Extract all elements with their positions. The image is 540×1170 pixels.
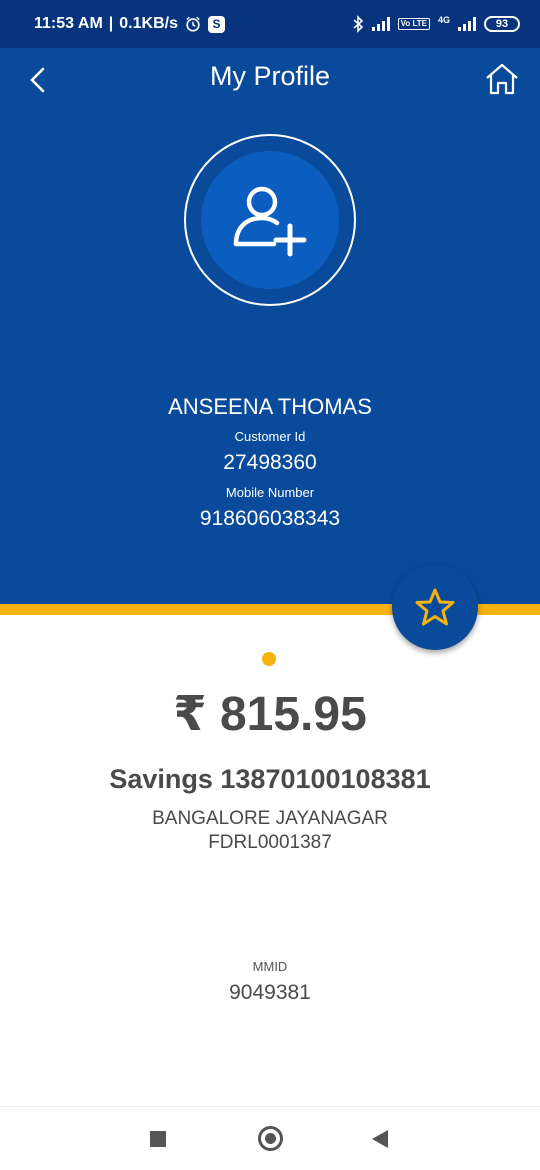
status-data-speed: 0.1KB/s [119, 15, 178, 32]
add-user-icon [233, 186, 307, 257]
alarm-icon [186, 16, 200, 32]
branch-name: BANGALORE JAYANAGAR [152, 808, 388, 829]
page-indicator-dot [262, 652, 276, 666]
back-nav-button[interactable] [372, 1130, 388, 1148]
account-balance: ₹ 815.95 [173, 688, 367, 741]
status-right: Vo LTE 4G 93 [352, 15, 520, 33]
mmid-label: MMID [252, 959, 288, 974]
customer-id-label: Customer Id [234, 429, 306, 444]
ifsc-code: FDRL0001387 [208, 832, 332, 853]
volte-icon: Vo LTE [397, 18, 430, 30]
mmid-value: 9049381 [229, 981, 311, 1004]
recents-button[interactable] [150, 1131, 166, 1147]
avatar-button[interactable] [184, 134, 356, 306]
avatar [201, 151, 339, 289]
status-time: 11:53 AM [34, 15, 103, 32]
network-type: 4G [437, 15, 450, 25]
customer-id-value: 27498360 [223, 451, 317, 474]
battery-icon: 93 [484, 16, 520, 32]
favorite-button[interactable] [392, 564, 478, 650]
system-nav-bar [0, 1106, 540, 1170]
signal-icon [371, 17, 390, 31]
mobile-number-value: 918606038343 [199, 507, 341, 530]
home-button[interactable] [484, 62, 520, 96]
star-icon [415, 588, 455, 626]
bluetooth-icon [353, 15, 363, 33]
skype-icon: S [207, 15, 225, 33]
home-icon [486, 63, 518, 95]
customer-name: ANSEENA THOMAS [168, 394, 372, 419]
battery-level: 93 [495, 17, 509, 30]
status-left: 11:53 AM | 0.1KB/s S [34, 15, 225, 33]
signal-icon-2 [458, 17, 476, 31]
mobile-number-label: Mobile Number [225, 485, 315, 500]
home-nav-button[interactable] [258, 1126, 283, 1151]
status-separator: | [108, 15, 114, 32]
status-bar: 11:53 AM | 0.1KB/s S Vo LTE 4G 93 [0, 0, 540, 48]
profile-header: My Profile ANSEENA THOMAS Customer Id 27… [0, 48, 540, 604]
page-title: My Profile [209, 61, 331, 91]
account-number: Savings 13870100108381 [109, 764, 431, 794]
